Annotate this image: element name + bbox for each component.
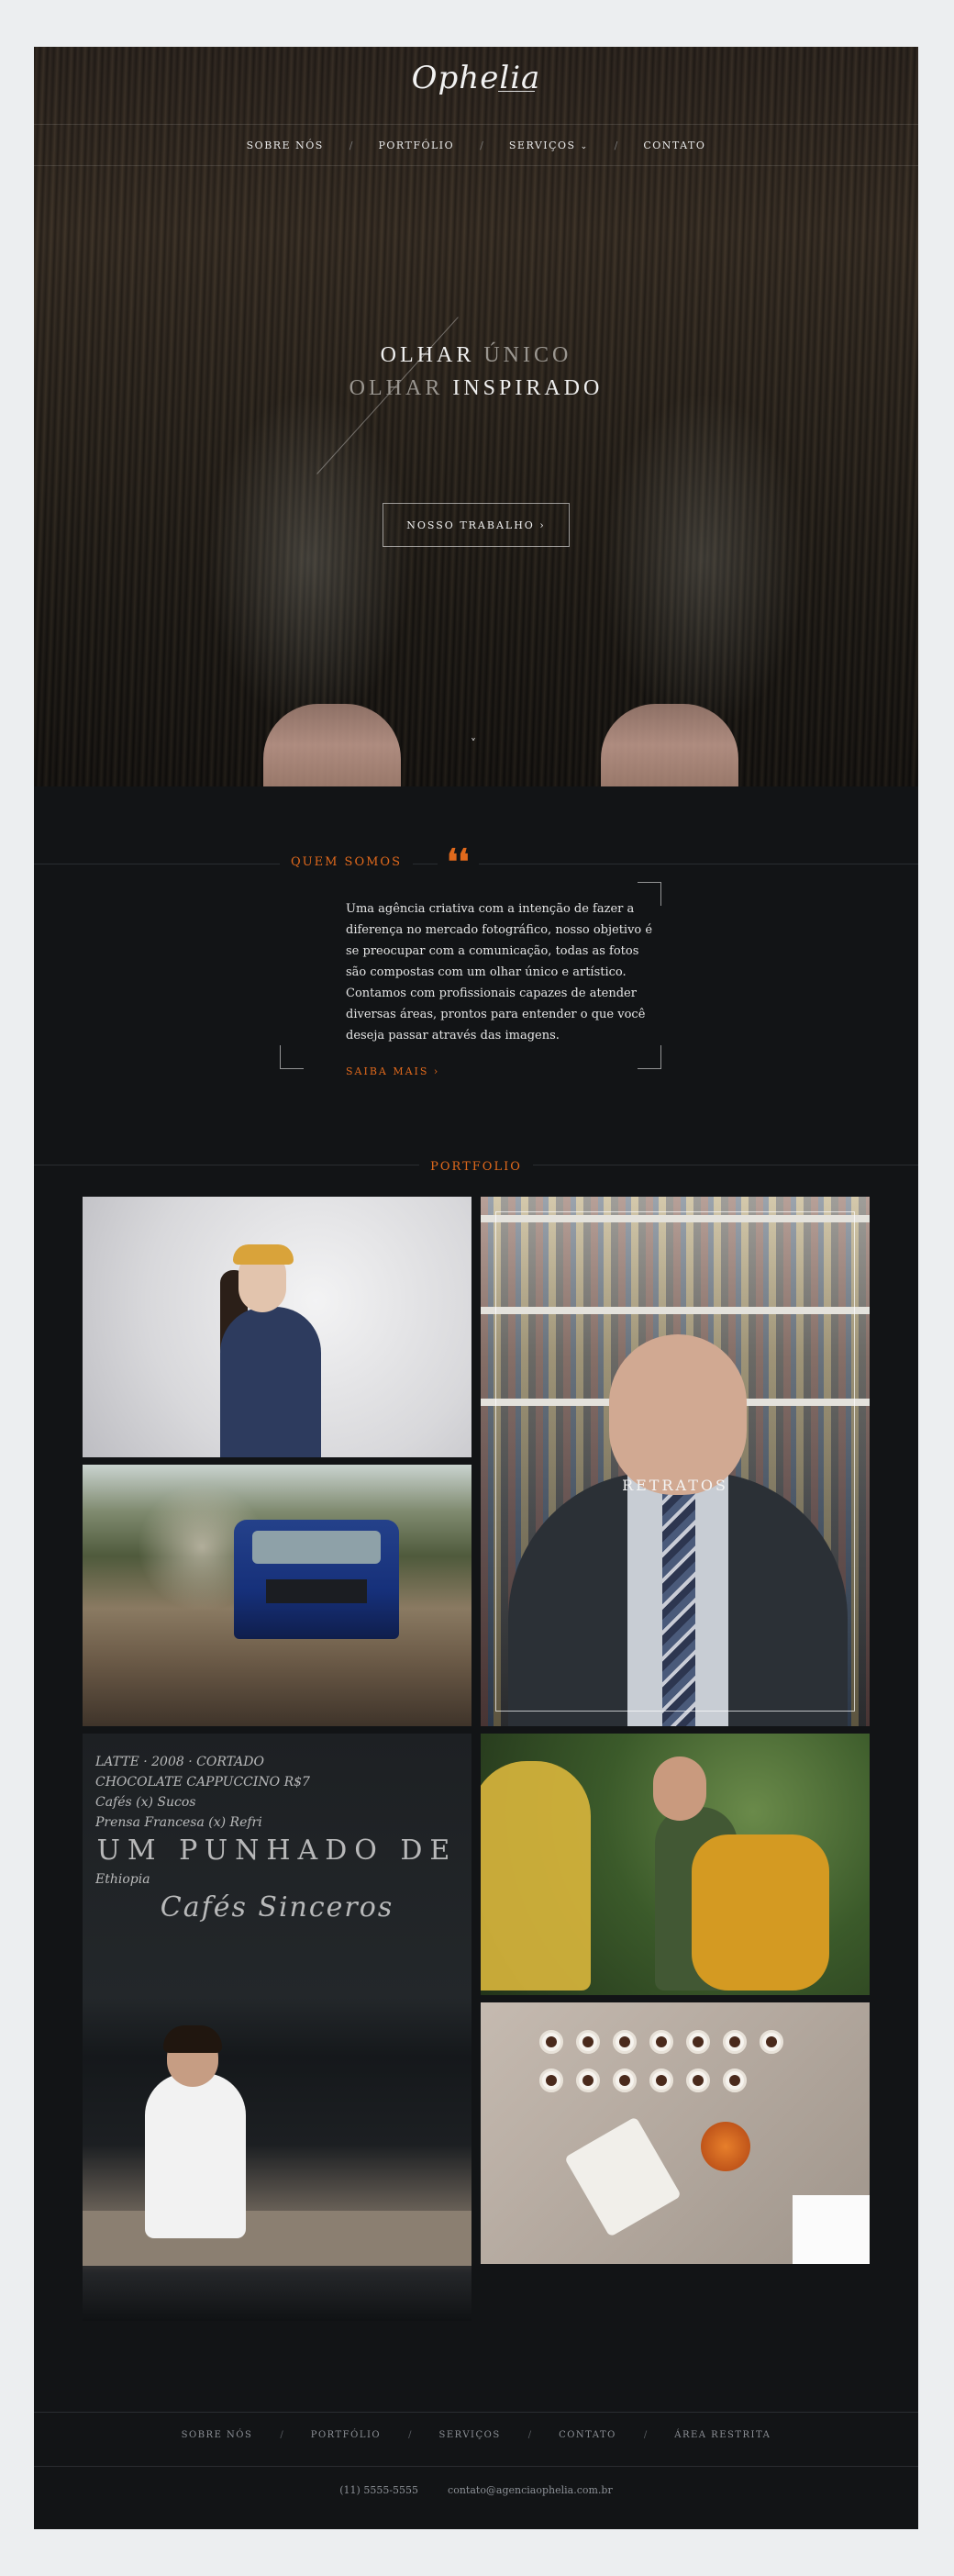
hover-frame — [495, 1211, 855, 1712]
footer-item-portfolio[interactable]: PORTFÓLIO — [283, 2430, 408, 2440]
corner-bracket — [638, 1045, 661, 1069]
nav-item-sobre[interactable]: SOBRE NÓS — [221, 139, 349, 151]
hero-line1-b: ÚNICO — [483, 343, 572, 367]
brand-logo[interactable]: Ophelia — [34, 60, 918, 96]
footer-divider — [34, 2412, 918, 2413]
photo-detail — [564, 2116, 682, 2237]
photo-detail — [539, 2069, 563, 2092]
photo-detail — [220, 1307, 321, 1457]
featured-category-label: RETRATOS — [622, 1477, 728, 1494]
portfolio-tile-explorer[interactable] — [481, 1734, 870, 1995]
nav-item-contato[interactable]: CONTATO — [617, 139, 731, 151]
page: Ophelia SOBRE NÓS / PORTFÓLIO / SERVIÇOS… — [34, 47, 918, 2529]
photo-detail — [649, 2069, 673, 2092]
photo-detail — [233, 1244, 294, 1265]
nav-item-portfolio[interactable]: PORTFÓLIO — [352, 139, 480, 151]
photo-detail — [686, 2069, 710, 2092]
quote-icon: ❛❛ — [438, 844, 479, 879]
footer-item-sobre[interactable]: SOBRE NÓS — [154, 2430, 281, 2440]
photo-detail — [539, 2030, 563, 2054]
photo-detail — [686, 2030, 710, 2054]
chalk-line: Prensa Francesa (x) Refri — [95, 1815, 262, 1830]
hero-title: OLHAR ÚNICO OLHAR INSPIRADO — [34, 339, 918, 405]
photo-detail — [723, 2030, 747, 2054]
footer-nav: SOBRE NÓS / PORTFÓLIO / SERVIÇOS / CONTA… — [34, 2430, 918, 2440]
chevron-down-icon: ⌄ — [580, 141, 589, 151]
hero-foot-right — [601, 704, 738, 786]
photo-detail — [252, 1531, 381, 1564]
nav-item-servicos-label: SERVIÇOS — [508, 139, 576, 151]
portfolio-tile-portrait-woman[interactable] — [83, 1197, 471, 1457]
portfolio-tile-coffee-shop[interactable]: LATTE · 2008 · CORTADO CHOCOLATE CAPPUCC… — [83, 1734, 471, 2321]
portfolio-heading-wrap: PORTFOLIO — [34, 1156, 918, 1174]
photo-detail — [576, 2069, 600, 2092]
portfolio-tile-featured-retratos[interactable]: RETRATOS — [481, 1197, 870, 1726]
footer-contact: (11) 5555-5555 contato@agenciaophelia.co… — [34, 2484, 918, 2496]
photo-detail — [145, 2073, 246, 2238]
hero-section: Ophelia SOBRE NÓS / PORTFÓLIO / SERVIÇOS… — [34, 47, 918, 786]
photo-detail — [83, 2211, 471, 2266]
photo-detail — [793, 2195, 870, 2264]
chalk-line: LATTE · 2008 · CORTADO — [95, 1755, 264, 1769]
logo-underline — [498, 91, 535, 92]
photo-detail — [613, 2069, 637, 2092]
photo-detail — [701, 2122, 750, 2171]
about-heading: QUEM SOMOS — [280, 855, 413, 869]
hero-line2-b: INSPIRADO — [452, 376, 604, 400]
footer-phone[interactable]: (11) 5555-5555 — [339, 2484, 418, 2496]
chalk-line: UM PUNHADO DE — [96, 1834, 458, 1867]
photo-detail — [760, 2030, 783, 2054]
portfolio-heading: PORTFOLIO — [419, 1160, 533, 1174]
footer-item-contato[interactable]: CONTATO — [531, 2430, 644, 2440]
portfolio-tile-coffee-tasting[interactable] — [481, 2002, 870, 2264]
corner-bracket — [280, 1045, 304, 1069]
hero-foot-left — [263, 704, 401, 786]
footer-divider — [34, 2466, 918, 2467]
scroll-down-icon[interactable]: ˅ — [471, 737, 476, 750]
portfolio-tile-truck[interactable] — [83, 1465, 471, 1726]
photo-detail — [653, 1756, 706, 1821]
main-nav: SOBRE NÓS / PORTFÓLIO / SERVIÇOS ⌄ / CON… — [34, 124, 918, 166]
chalk-line: Cafés (x) Sucos — [95, 1795, 196, 1810]
chalk-line: Cafés Sinceros — [160, 1891, 394, 1924]
photo-detail — [613, 2030, 637, 2054]
photo-detail — [163, 2025, 222, 2053]
footer-email[interactable]: contato@agenciaophelia.com.br — [448, 2484, 613, 2496]
hero-line1-a: OLHAR — [380, 343, 475, 367]
photo-detail — [692, 1834, 829, 1991]
photo-detail — [576, 2030, 600, 2054]
chalkboard-menu: LATTE · 2008 · CORTADO CHOCOLATE CAPPUCC… — [95, 1752, 459, 2027]
photo-detail — [723, 2069, 747, 2092]
photo-detail — [481, 1761, 591, 1991]
photo-detail — [266, 1579, 367, 1603]
chalk-line: Ethiopia — [95, 1872, 150, 1887]
footer-item-area-restrita[interactable]: ÁREA RESTRITA — [647, 2430, 798, 2440]
our-work-button[interactable]: NOSSO TRABALHO › — [383, 503, 570, 547]
read-more-link[interactable]: SAIBA MAIS › — [346, 1065, 439, 1077]
hero-line2-a: OLHAR — [349, 376, 444, 400]
about-text: Uma agência criativa com a intenção de f… — [346, 902, 653, 1043]
footer-item-servicos[interactable]: SERVIÇOS — [412, 2430, 528, 2440]
nav-item-servicos[interactable]: SERVIÇOS ⌄ — [483, 139, 615, 151]
photo-detail — [649, 2030, 673, 2054]
chalk-line: CHOCOLATE CAPPUCCINO R$7 — [95, 1775, 310, 1790]
